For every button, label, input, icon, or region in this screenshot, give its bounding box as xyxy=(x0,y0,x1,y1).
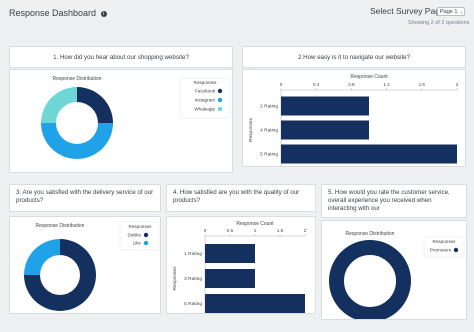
chart-card-4: Response Count 0 0.5 1 1.5 2 1 Rating 3 Rating 5… xyxy=(166,216,316,316)
page-select[interactable]: Page 1 ↕ xyxy=(437,7,465,16)
chart-2-y-axis-label: Responses xyxy=(248,117,254,142)
chart-card-1: Response Distribution Responses Facebook In… xyxy=(9,69,233,173)
chart-2-category-label-4-rating: 4 Rating xyxy=(260,128,278,134)
chart-2-tick-label-2: 2 xyxy=(456,82,459,87)
chart-3-title: Response Distribution xyxy=(36,223,85,229)
chart-2-tick-label-1-6: 1.6 xyxy=(419,82,426,87)
question-1-label: 1. How did you hear about our shopping w… xyxy=(53,54,189,61)
chart-1-legend-label-facebook: Facebook xyxy=(195,89,216,94)
chart-3-legend-title: Responses xyxy=(129,224,153,229)
chart-3-svg: Response Distribution Responses Dislike Lik… xyxy=(24,221,161,311)
chart-1-slice-whatsapp xyxy=(41,87,77,123)
chart-4-title: Response Count xyxy=(236,221,274,227)
page-title-text: Response Dashboard xyxy=(9,8,97,18)
question-2-label: 2.How easy is it to navigate our website… xyxy=(297,54,411,61)
chart-5-legend-label-promoters: Promoters xyxy=(430,248,452,253)
chart-2-tick-label-0-8: 0.8 xyxy=(348,82,355,87)
question-2-title: 2.How easy is it to navigate our website… xyxy=(242,46,466,68)
question-1-title: 1. How did you hear about our shopping w… xyxy=(9,46,233,68)
dashboard-header: Response Dashboard i Select Survey Page … xyxy=(0,0,474,36)
chart-2-bar-2-rating xyxy=(281,96,369,116)
chart-1-legend-dot-facebook xyxy=(217,88,223,94)
info-icon[interactable]: i xyxy=(100,11,107,17)
chart-3-legend-dot-like xyxy=(143,240,149,246)
chart-4-tick-label-0: 0 xyxy=(204,228,207,233)
question-3-label: 3. Are you satisfied with the delivery s… xyxy=(16,189,154,204)
chart-2-category-label-5-rating: 5 Rating xyxy=(260,152,278,158)
chart-4-tick-label-2: 2 xyxy=(304,228,307,233)
chart-2-title: Response Count xyxy=(350,74,388,80)
chart-5-svg: Response Distribution Responses Promoters xyxy=(329,231,465,322)
chart-1-legend-title: Responses xyxy=(194,80,218,85)
chart-5-legend-dot-promoters xyxy=(453,247,459,253)
chart-3-legend-label-dislike: Dislike xyxy=(127,233,141,238)
chart-4-category-label-1-rating: 1 Rating xyxy=(184,251,202,257)
chart-2-svg: Response Count 0 0.4 0.8 1.2 1.6 2 2 Rating 4 Ra… xyxy=(248,74,459,166)
chart-4-bar-1-rating xyxy=(205,244,255,263)
question-5-title: 5. How would you rate the customer servi… xyxy=(321,184,467,218)
chart-5-title: Response Distribution xyxy=(346,231,395,237)
chart-4-bar-3-rating xyxy=(205,269,255,288)
chart-2-tick-label-0: 0 xyxy=(280,82,283,87)
select-survey-page-label: Select Survey Page xyxy=(370,6,445,16)
question-3-title: 3. Are you satisfied with the delivery s… xyxy=(9,184,161,212)
question-5-label: 5. How would you rate the customer servi… xyxy=(328,189,450,212)
chart-2-tick-label-1-2: 1.2 xyxy=(383,82,390,87)
question-4-label: 4. How satisfied are you with the qualit… xyxy=(173,189,300,204)
chart-3-legend-dot-dislike xyxy=(143,232,149,238)
chart-1-legend-label-whatsapp: Whatsapp xyxy=(194,107,215,112)
chart-4-y-axis-label: Responses xyxy=(172,266,178,291)
chart-1-slice-instagram xyxy=(41,123,113,159)
page-select-value: Page 1 xyxy=(440,9,458,15)
chart-4-category-label-3-rating: 3 Rating xyxy=(184,276,202,282)
chevron-updown-icon: ↕ xyxy=(460,10,463,15)
chart-3-slice-like xyxy=(24,239,60,275)
question-4-title: 4. How satisfied are you with the qualit… xyxy=(166,184,316,212)
chart-card-3: Response Distribution Responses Dislike Lik… xyxy=(9,216,161,314)
chart-4-tick-label-0-5: 0.5 xyxy=(227,228,234,233)
chart-1-slice-facebook xyxy=(77,87,113,123)
chart-4-tick-label-1: 1 xyxy=(254,228,257,233)
chart-4-tick-label-1-5: 1.5 xyxy=(277,228,284,233)
chart-2-bar-5-rating xyxy=(281,144,457,164)
chart-1-svg: Response Distribution Responses Facebook In… xyxy=(41,76,231,159)
chart-2-tick-label-0-4: 0.4 xyxy=(313,82,320,87)
page-title: Response Dashboard i xyxy=(9,8,107,18)
chart-1-legend-dot-whatsapp xyxy=(217,106,223,112)
chart-4-category-label-5-rating: 5 Rating xyxy=(184,301,202,307)
chart-card-2: Response Count 0 0.4 0.8 1.2 1.6 2 2 Rating 4 Ra… xyxy=(242,69,466,167)
chart-4-bar-5-rating xyxy=(205,294,305,313)
chart-1-legend-dot-instagram xyxy=(217,97,223,103)
chart-1-title: Response Distribution xyxy=(53,76,102,82)
chart-1-legend-label-instagram: Instagram xyxy=(195,98,216,103)
chart-3-legend-label-like: Like xyxy=(133,241,142,246)
chart-4-svg: Response Count 0 0.5 1 1.5 2 1 Rating 3 Rating 5… xyxy=(172,221,307,316)
chart-5-legend-title: Responses xyxy=(433,239,457,244)
chart-5-slice-promoters xyxy=(329,240,411,322)
chart-card-5: Response Distribution Responses Promoters xyxy=(321,220,467,322)
chart-2-bar-4-rating xyxy=(281,120,369,140)
showing-count-text: Showing 2 of 2 questions xyxy=(408,20,470,26)
chart-2-category-label-2-rating: 2 Rating xyxy=(260,104,278,110)
